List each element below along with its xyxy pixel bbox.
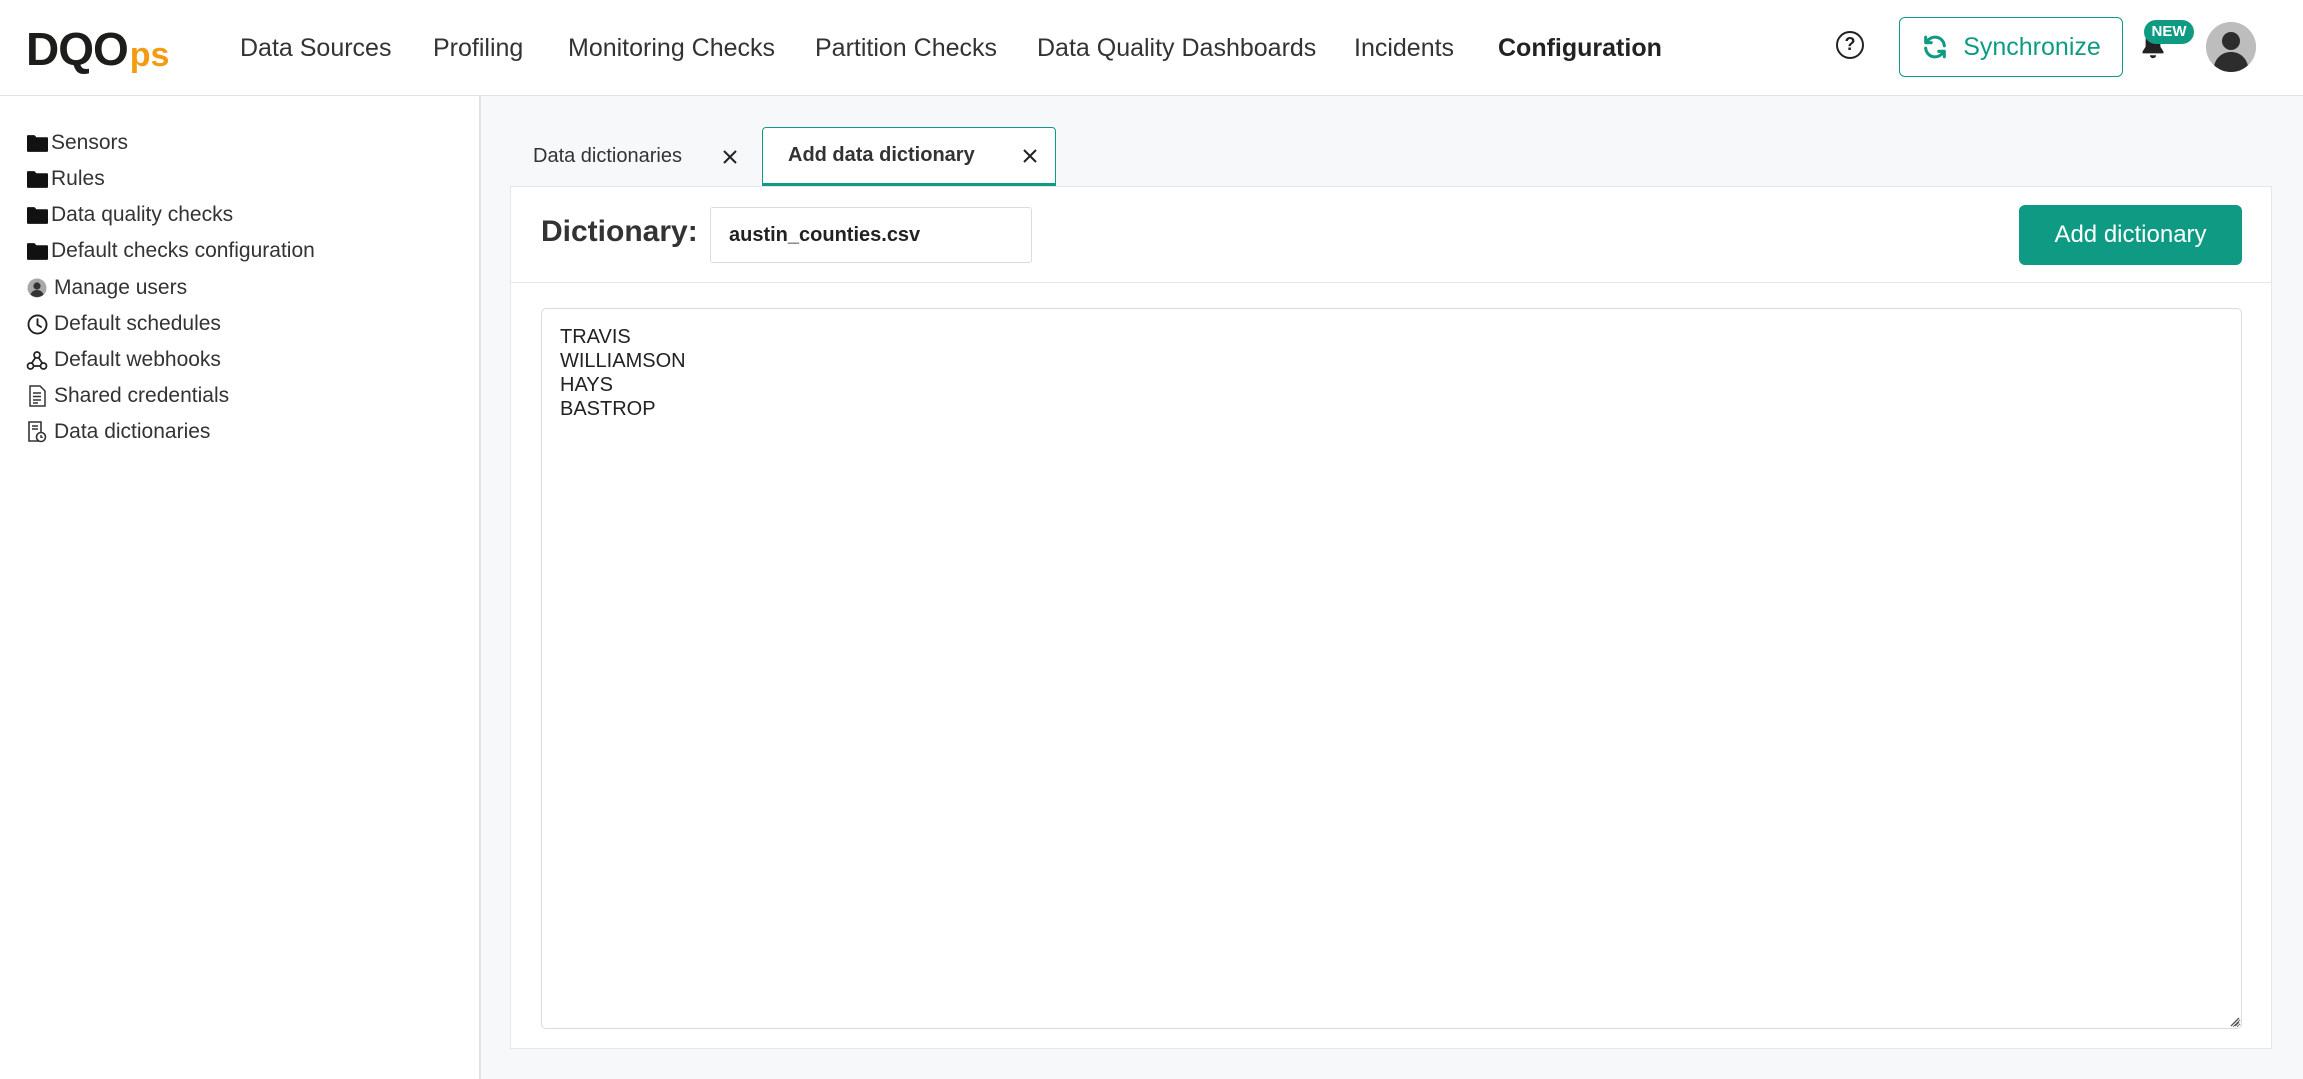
dictionary-name-input[interactable] — [710, 207, 1032, 263]
tab-label: Add data dictionary — [788, 144, 975, 166]
sidebar-item-label: Default webhooks — [54, 348, 221, 371]
sidebar-item-default-checks-configuration[interactable]: Default checks configuration — [26, 236, 315, 266]
synchronize-label: Synchronize — [1963, 32, 2101, 61]
sidebar-item-label: Manage users — [54, 276, 188, 299]
dictionary-label: Dictionary: — [541, 215, 698, 248]
sidebar-item-shared-credentials[interactable]: Shared credentials — [26, 381, 229, 411]
nav-monitoring-checks[interactable]: Monitoring Checks — [568, 28, 775, 68]
close-icon[interactable] — [1019, 145, 1041, 167]
dqops-logo[interactable]: DQO ps — [26, 22, 169, 72]
sidebar-item-manage-users[interactable]: Manage users — [26, 273, 187, 303]
nav-data-sources[interactable]: Data Sources — [240, 28, 391, 68]
synchronize-button[interactable]: Synchronize — [1899, 17, 2123, 77]
config-sidebar: Sensors Rules Data quality checks Defaul… — [0, 96, 481, 1079]
nav-data-quality-dashboards[interactable]: Data Quality Dashboards — [1037, 28, 1316, 68]
sidebar-item-label: Data dictionaries — [54, 420, 211, 443]
dictionary-icon — [26, 421, 48, 443]
sync-icon — [1924, 35, 1947, 59]
sidebar-item-label: Data quality checks — [51, 203, 234, 226]
sidebar-item-data-dictionaries[interactable]: Data dictionaries — [26, 417, 210, 447]
folder-icon — [26, 168, 48, 190]
nav-incidents[interactable]: Incidents — [1354, 28, 1454, 68]
folder-icon — [26, 204, 48, 226]
nav-profiling[interactable]: Profiling — [433, 28, 523, 68]
top-header: DQO ps Data Sources Profiling Monitoring… — [0, 0, 2303, 96]
avatar[interactable] — [2206, 22, 2256, 72]
tab-add-data-dictionary[interactable]: Add data dictionary — [762, 127, 1056, 186]
main-content: Data dictionaries Add data dictionary Di… — [481, 96, 2303, 1079]
logo-suffix-text: ps — [129, 36, 170, 74]
folder-icon — [26, 240, 48, 262]
tab-data-dictionaries[interactable]: Data dictionaries — [533, 127, 755, 186]
tab-label: Data dictionaries — [533, 145, 682, 167]
dictionary-toolbar: Dictionary: Add dictionary — [511, 187, 2271, 283]
user-circle-icon — [26, 277, 48, 299]
add-dictionary-panel: Dictionary: Add dictionary TRAVIS WILLIA… — [510, 186, 2272, 1049]
sidebar-item-sensors[interactable]: Sensors — [26, 128, 128, 158]
sidebar-item-label: Default checks configuration — [51, 239, 315, 262]
sidebar-item-label: Default schedules — [54, 312, 221, 335]
help-icon[interactable]: ? — [1836, 31, 1864, 59]
nav-configuration[interactable]: Configuration — [1498, 28, 1662, 68]
sidebar-item-label: Shared credentials — [54, 384, 230, 407]
sidebar-item-data-quality-checks[interactable]: Data quality checks — [26, 200, 233, 230]
sidebar-item-default-webhooks[interactable]: Default webhooks — [26, 345, 221, 375]
clock-icon — [26, 313, 48, 335]
nav-partition-checks[interactable]: Partition Checks — [815, 28, 997, 68]
dictionary-content-textarea[interactable]: TRAVIS WILLIAMSON HAYS BASTROP — [541, 308, 2242, 1029]
sidebar-item-rules[interactable]: Rules — [26, 164, 105, 194]
add-dictionary-button[interactable]: Add dictionary — [2019, 205, 2242, 265]
close-icon[interactable] — [719, 146, 741, 168]
webhook-icon — [26, 349, 48, 371]
sidebar-item-default-schedules[interactable]: Default schedules — [26, 309, 221, 339]
logo-main-text: DQO — [26, 23, 129, 75]
user-avatar-icon — [2206, 22, 2256, 72]
document-icon — [26, 385, 48, 407]
folder-icon — [26, 132, 48, 154]
new-badge: NEW — [2144, 20, 2194, 44]
resize-handle-icon[interactable] — [2226, 1013, 2240, 1027]
sidebar-item-label: Sensors — [51, 131, 129, 154]
sidebar-item-label: Rules — [51, 167, 105, 190]
